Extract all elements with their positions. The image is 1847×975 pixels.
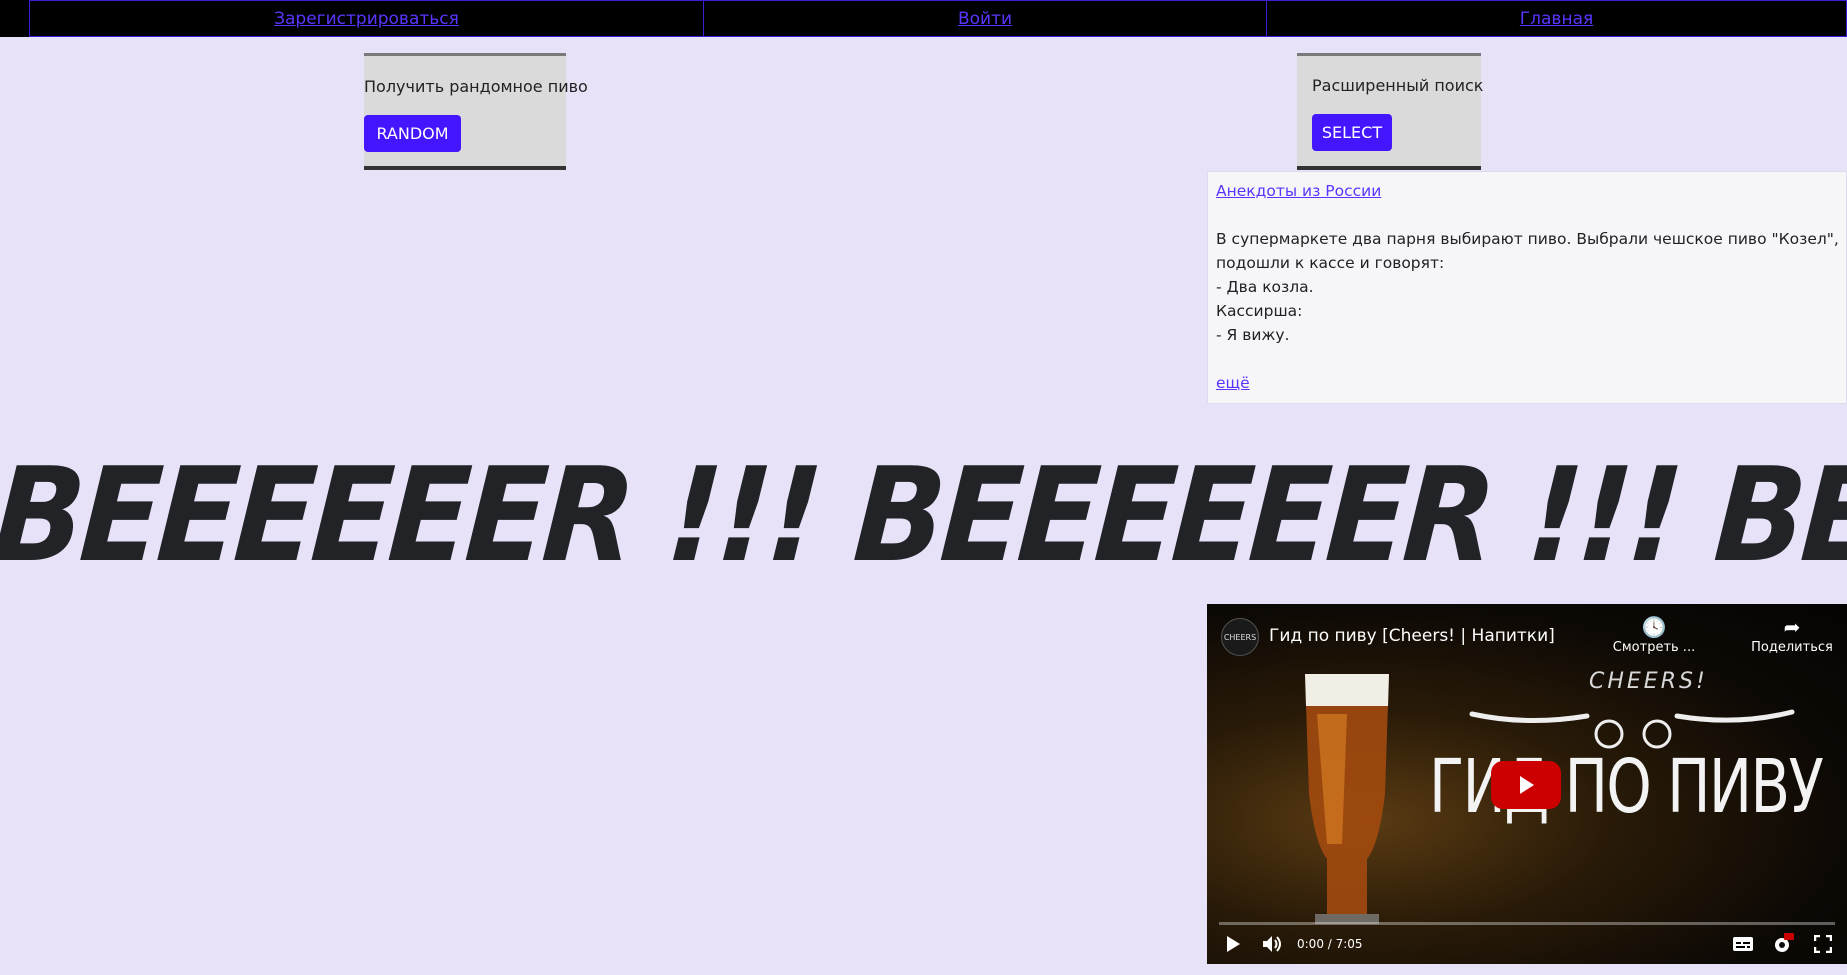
fullscreen-icon bbox=[1814, 935, 1832, 953]
top-nav: Зарегистрироваться Войти Главная bbox=[0, 0, 1847, 37]
time-display: 0:00 / 7:05 bbox=[1297, 937, 1363, 951]
nav-spacer bbox=[0, 0, 30, 37]
select-button[interactable]: SELECT bbox=[1312, 114, 1392, 151]
video-controls: 0:00 / 7:05 bbox=[1207, 924, 1847, 964]
thumbnail-title: ГИД ПО ПИВУ bbox=[1429, 744, 1824, 830]
volume-icon bbox=[1263, 936, 1281, 952]
video-title[interactable]: Гид по пиву [Cheers! | Напитки] bbox=[1269, 626, 1555, 646]
register-link[interactable]: Зарегистрироваться bbox=[274, 9, 459, 29]
channel-avatar[interactable]: CHEERS bbox=[1221, 618, 1259, 656]
play-large-button[interactable] bbox=[1491, 761, 1561, 809]
gear-icon bbox=[1775, 933, 1794, 952]
random-beer-card: Получить рандомное пиво RANDOM bbox=[364, 53, 588, 170]
nav-cell-register: Зарегистрироваться bbox=[30, 0, 704, 37]
watch-later-button[interactable]: 🕓 Смотреть ... bbox=[1609, 614, 1699, 655]
fullscreen-button[interactable] bbox=[1803, 924, 1843, 964]
advanced-search-card: Расширенный поиск SELECT bbox=[1297, 53, 1484, 170]
thumbnail-brand: CHEERS! bbox=[1589, 669, 1708, 694]
joke-source-link[interactable]: Анекдоты из России bbox=[1216, 179, 1838, 203]
share-button[interactable]: ➦ Поделиться bbox=[1747, 614, 1837, 655]
home-link[interactable]: Главная bbox=[1520, 9, 1593, 29]
play-icon bbox=[1227, 936, 1240, 952]
subtitles-icon bbox=[1733, 937, 1753, 951]
volume-button[interactable] bbox=[1253, 924, 1293, 964]
joke-blank-line bbox=[1216, 347, 1838, 371]
joke-line: - Я вижу. bbox=[1216, 326, 1290, 344]
beer-glass-icon bbox=[1305, 674, 1389, 924]
advanced-search-label: Расширенный поиск bbox=[1312, 76, 1484, 95]
nav-cell-home: Главная bbox=[1267, 0, 1847, 37]
watch-later-label: Смотреть ... bbox=[1612, 640, 1696, 655]
beer-banner: BEEEEEER !!! BEEEEEER !!! BEEEEEER !!! bbox=[0, 439, 1847, 591]
joke-blank-line bbox=[1216, 203, 1838, 227]
joke-line: Кассирша: bbox=[1216, 302, 1303, 320]
nav-cell-login: Войти bbox=[704, 0, 1267, 37]
play-icon bbox=[1520, 776, 1534, 794]
login-link[interactable]: Войти bbox=[958, 9, 1012, 29]
joke-box: Анекдоты из России В супермаркете два па… bbox=[1207, 171, 1847, 404]
joke-more-link[interactable]: ещё bbox=[1216, 371, 1838, 395]
settings-button[interactable] bbox=[1763, 924, 1803, 964]
share-label: Поделиться bbox=[1751, 640, 1833, 655]
share-icon: ➦ bbox=[1783, 615, 1801, 639]
joke-line: В супермаркете два парня выбирают пиво. … bbox=[1216, 230, 1839, 248]
page: Зарегистрироваться Войти Главная Получит… bbox=[0, 0, 1847, 975]
subtitles-button[interactable] bbox=[1723, 924, 1763, 964]
play-button[interactable] bbox=[1213, 924, 1253, 964]
joke-line: - Два козла. bbox=[1216, 278, 1314, 296]
video-player[interactable]: CHEERS Гид по пиву [Cheers! | Напитки] 🕓… bbox=[1207, 604, 1847, 964]
random-beer-label: Получить рандомное пиво bbox=[364, 77, 588, 96]
clock-icon: 🕓 bbox=[1641, 615, 1667, 639]
joke-line: подошли к кассе и говорят: bbox=[1216, 254, 1445, 272]
random-button[interactable]: RANDOM bbox=[364, 115, 461, 152]
